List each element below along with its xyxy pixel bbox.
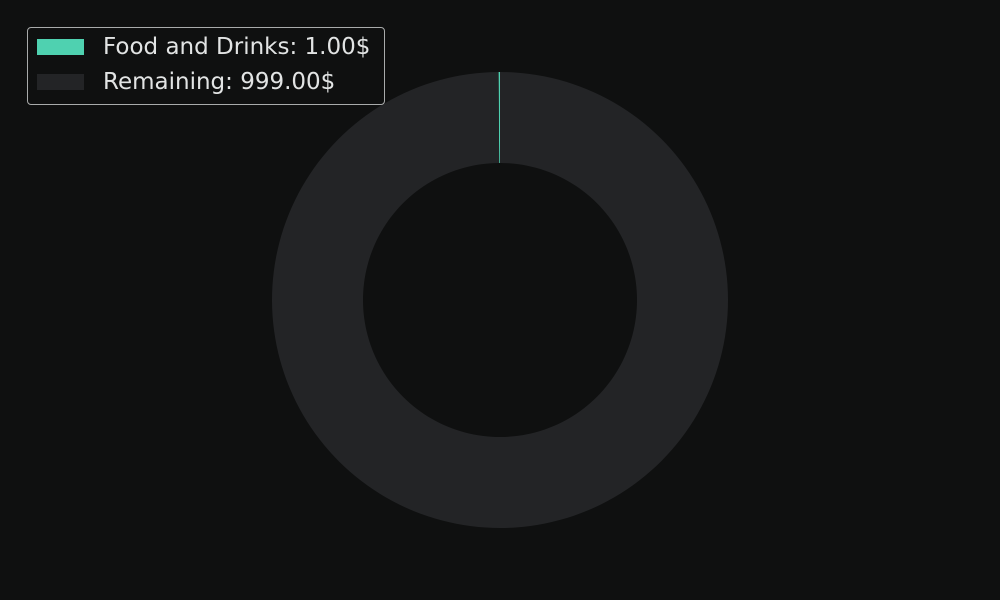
legend-entry-food-and-drinks: Food and Drinks: 1.00$ (37, 32, 370, 62)
legend-label-food-and-drinks: Food and Drinks: 1.00$ (103, 34, 371, 60)
legend-swatch-food-and-drinks (37, 39, 84, 55)
donut-chart: Food and Drinks: 1.00$ Remaining: 999.00… (0, 0, 1000, 600)
legend-swatch-remaining (37, 74, 84, 90)
donut-slice-remaining (272, 72, 729, 528)
chart-legend: Food and Drinks: 1.00$ Remaining: 999.00… (27, 27, 385, 105)
legend-entry-remaining: Remaining: 999.00$ (37, 67, 335, 97)
legend-label-remaining: Remaining: 999.00$ (103, 69, 336, 95)
